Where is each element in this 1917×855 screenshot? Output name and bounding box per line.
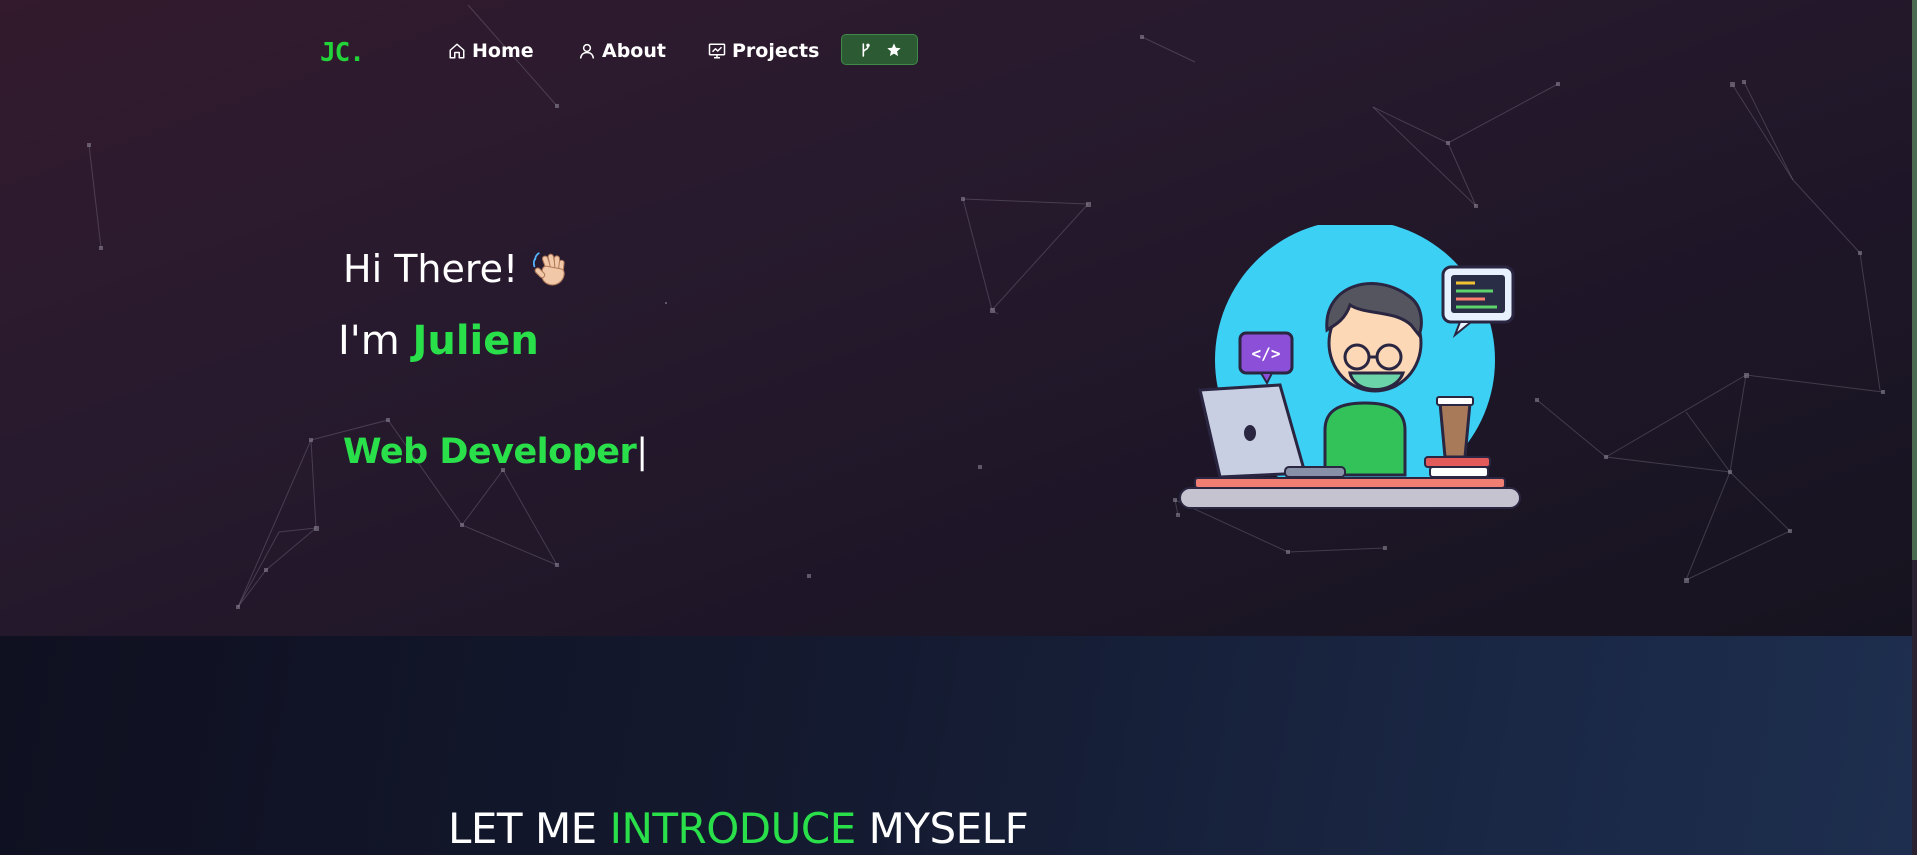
svg-text:</>: </>: [1252, 344, 1281, 363]
logo[interactable]: JC.: [320, 40, 382, 66]
waving-hand-icon: [533, 252, 565, 286]
hero-name-line: I'm Julien: [338, 318, 539, 364]
nav-about-label: About: [602, 40, 666, 62]
nav-about-link[interactable]: About: [578, 36, 666, 66]
role-text: Web Developer: [343, 432, 637, 472]
typewriter-role: Web Developer|: [343, 432, 648, 472]
navbar: JC. Home About Projects: [0, 0, 1917, 100]
title-part-2: MYSELF: [855, 804, 1029, 853]
hero-greeting: Hi There!: [343, 247, 572, 291]
title-highlight: INTRODUCE: [609, 804, 857, 853]
fork-icon: [862, 42, 870, 57]
title-part-1: LET ME: [448, 804, 610, 853]
star-icon: [886, 42, 901, 56]
section-title: LET ME INTRODUCE MYSELF: [448, 804, 1029, 853]
projects-icon: [708, 43, 726, 59]
nav-projects-link[interactable]: Projects: [708, 36, 819, 66]
scrollbar-thumb[interactable]: [1912, 0, 1917, 560]
developer-at-laptop-illustration: </>: [1179, 225, 1521, 509]
hero-section: JC. Home About Projects Hi There! I'm Ju…: [0, 0, 1917, 636]
greeting-text: Hi There!: [343, 247, 519, 291]
typing-cursor: |: [636, 432, 648, 472]
intro-text: I'm: [338, 318, 400, 364]
github-fork-star-button[interactable]: [841, 34, 918, 65]
user-icon: [579, 43, 595, 59]
page: JC. Home About Projects Hi There! I'm Ju…: [0, 0, 1917, 855]
nav-home-label: Home: [472, 40, 534, 62]
home-icon: [449, 43, 465, 59]
about-section: LET ME INTRODUCE MYSELF: [0, 636, 1917, 855]
nav-home-link[interactable]: Home: [448, 36, 534, 66]
nav-projects-label: Projects: [732, 40, 820, 62]
developer-name: Julien: [412, 318, 539, 364]
